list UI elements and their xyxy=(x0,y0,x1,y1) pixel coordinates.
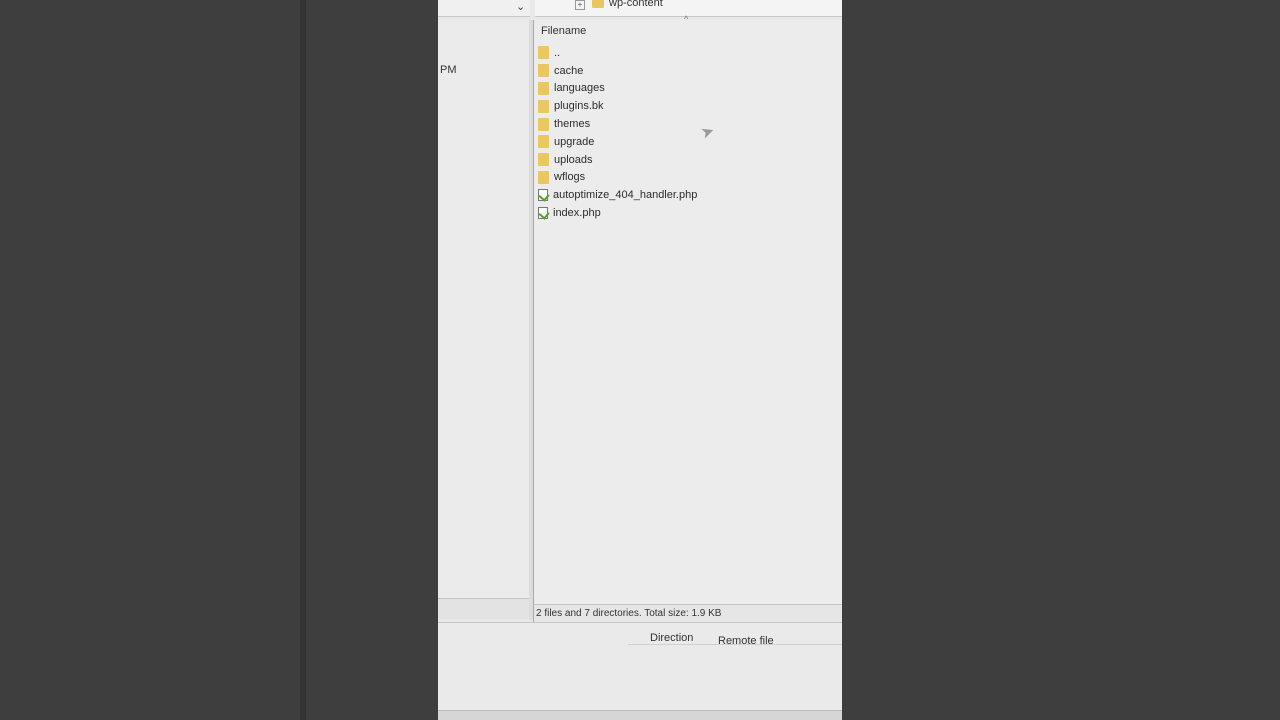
file-name: languages xyxy=(554,82,605,95)
file-name: themes xyxy=(554,118,591,131)
transfer-queue: Direction Remote file xyxy=(438,622,842,720)
local-modified-time: PM xyxy=(440,64,457,76)
column-header-direction[interactable]: Direction xyxy=(650,632,693,644)
list-item[interactable]: wflogs xyxy=(538,169,697,187)
column-header-filename[interactable]: Filename xyxy=(541,25,586,37)
list-item[interactable]: autoptimize_404_handler.php xyxy=(538,186,697,204)
folder-icon xyxy=(538,135,549,149)
list-item[interactable]: cache xyxy=(538,62,697,80)
list-item[interactable]: .. xyxy=(538,44,697,62)
ftp-client-window: ⌄ + wp-content PM Filename ^ .. cache lang… xyxy=(438,0,842,720)
window-bottom-edge xyxy=(438,710,842,720)
background-divider xyxy=(300,0,306,720)
tree-node-wp-content[interactable]: wp-content xyxy=(609,0,663,9)
folder-icon xyxy=(538,117,549,131)
list-item[interactable]: uploads xyxy=(538,151,697,169)
status-summary: 2 files and 7 directories. Total size: 1… xyxy=(536,608,722,619)
file-name: plugins.bk xyxy=(554,100,604,113)
list-item[interactable]: plugins.bk xyxy=(538,97,697,115)
list-item[interactable]: languages xyxy=(538,80,697,98)
folder-icon xyxy=(592,0,604,8)
local-file-list[interactable]: PM xyxy=(438,20,530,598)
local-status-bar xyxy=(438,598,529,619)
mouse-cursor-icon: ➤ xyxy=(698,122,718,143)
list-item[interactable]: themes xyxy=(538,115,697,133)
chevron-down-icon[interactable]: ⌄ xyxy=(516,0,525,13)
folder-icon xyxy=(538,170,549,184)
file-name: .. xyxy=(554,46,561,59)
folder-icon xyxy=(538,46,549,60)
remote-file-list[interactable]: Filename ^ .. cache languages plugins.bk the… xyxy=(533,14,842,604)
php-file-icon xyxy=(538,189,548,202)
folder-icon xyxy=(538,81,549,95)
column-header-remote-file[interactable]: Remote file xyxy=(718,635,774,647)
file-name: autoptimize_404_handler.php xyxy=(553,189,698,202)
folder-icon xyxy=(538,99,549,113)
sort-arrow-icon: ^ xyxy=(684,14,689,24)
remote-directory-tree: + wp-content xyxy=(535,0,842,17)
file-name: upgrade xyxy=(554,135,595,148)
tree-expand-icon[interactable]: + xyxy=(575,0,585,10)
file-name: index.php xyxy=(553,207,601,220)
photo-background: ⌄ + wp-content PM Filename ^ .. cache lang… xyxy=(0,0,1280,720)
background-left xyxy=(0,0,438,720)
folder-icon xyxy=(538,64,549,78)
background-right xyxy=(842,0,1280,720)
list-item[interactable]: index.php xyxy=(538,204,697,222)
php-file-icon xyxy=(538,207,548,220)
file-rows: .. cache languages plugins.bk themes upgrade u… xyxy=(538,44,697,222)
list-item[interactable]: upgrade xyxy=(538,133,697,151)
local-path-dropdown[interactable]: ⌄ xyxy=(438,0,530,17)
file-name: uploads xyxy=(554,153,593,166)
folder-icon xyxy=(538,153,549,167)
queue-header: Direction Remote file xyxy=(628,626,842,647)
file-name: wflogs xyxy=(554,171,586,184)
file-name: cache xyxy=(554,64,584,77)
